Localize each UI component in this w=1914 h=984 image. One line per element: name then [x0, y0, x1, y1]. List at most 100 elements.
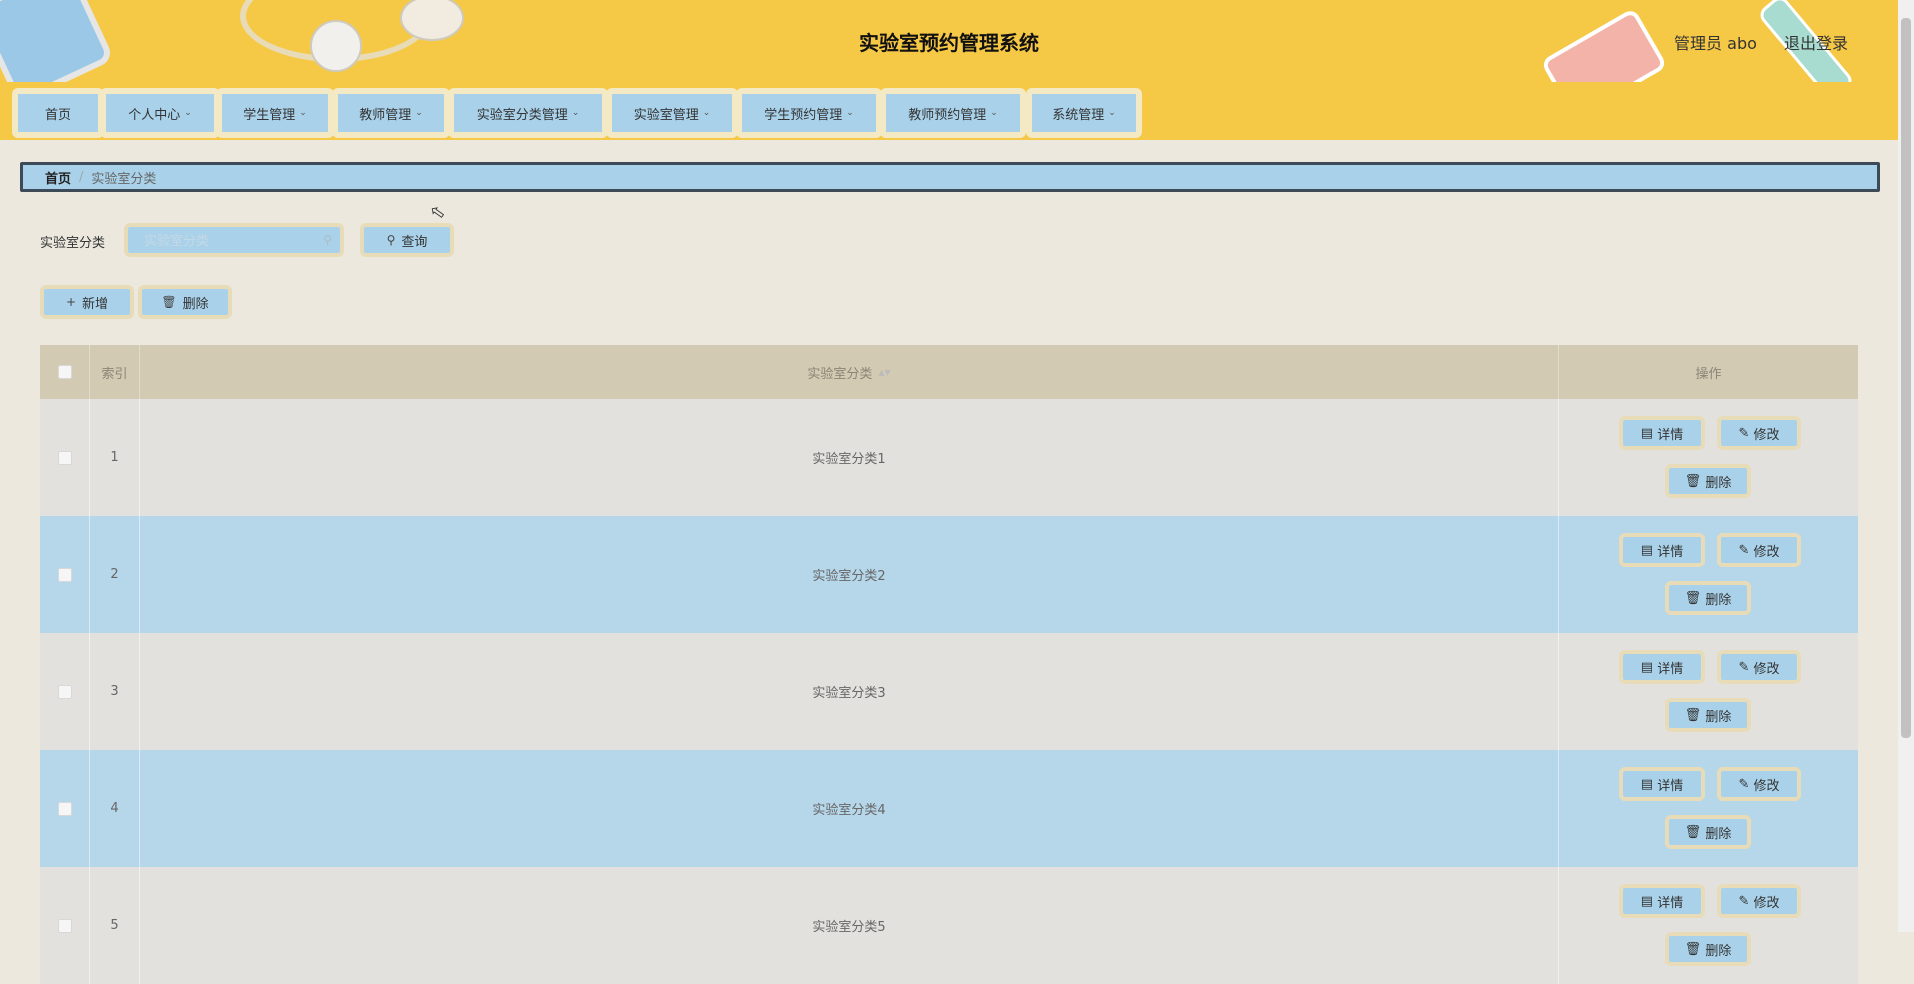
- nav-item-profile[interactable]: 个人中心 ⌄: [100, 88, 220, 138]
- row-checkbox[interactable]: [57, 801, 72, 816]
- pencil-icon: ✎: [1738, 659, 1750, 675]
- nav-item-student-bookings[interactable]: 学生预约管理 ⌄: [736, 88, 882, 138]
- detail-button[interactable]: ▤ 详情: [1619, 767, 1705, 801]
- search-button[interactable]: ⚲ 查询: [360, 223, 454, 257]
- column-header-index: 索引: [90, 345, 140, 399]
- edit-button[interactable]: ✎ 修改: [1717, 416, 1801, 450]
- current-user: 管理员 abo: [1674, 34, 1757, 53]
- row-checkbox[interactable]: [57, 684, 72, 699]
- edit-button-label: 修改: [1753, 544, 1780, 560]
- row-name: 实验室分类2: [140, 516, 1559, 633]
- delete-button[interactable]: 🗑 删除: [138, 285, 232, 319]
- delete-button-label: 删除: [1705, 592, 1732, 608]
- pencil-icon: ✎: [1738, 893, 1750, 909]
- edit-button-label: 修改: [1753, 778, 1780, 794]
- column-header-name[interactable]: 实验室分类 ▲▼: [140, 345, 1559, 399]
- row-checkbox[interactable]: [57, 918, 72, 933]
- row-delete-button[interactable]: 🗑 删除: [1665, 698, 1751, 732]
- row-name: 实验室分类1: [140, 399, 1559, 516]
- chevron-down-icon: ⌄: [846, 108, 854, 118]
- edit-button[interactable]: ✎ 修改: [1717, 884, 1801, 918]
- detail-button-label: 详情: [1657, 661, 1684, 677]
- edit-button-label: 修改: [1753, 895, 1780, 911]
- vertical-scrollbar[interactable]: [1898, 0, 1914, 932]
- nav-item-lab-categories[interactable]: 实验室分类管理 ⌄: [448, 88, 608, 138]
- select-all-cell: [40, 345, 90, 399]
- search-field: ⚲: [124, 223, 344, 257]
- nav-label: 教师管理: [359, 107, 412, 123]
- logout-link[interactable]: 退出登录: [1784, 34, 1848, 53]
- row-check-cell: [40, 516, 90, 633]
- row-ops: ▤ 详情 ✎ 修改 🗑 删除: [1559, 516, 1858, 633]
- table-row: 4 实验室分类4 ▤ 详情 ✎ 修改 🗑 删除: [40, 750, 1858, 867]
- search-icon: ⚲: [386, 233, 396, 247]
- row-ops: ▤ 详情 ✎ 修改 🗑 删除: [1559, 867, 1858, 984]
- nav-item-students[interactable]: 学生管理 ⌄: [216, 88, 334, 138]
- nav-label: 实验室分类管理: [476, 107, 568, 123]
- row-delete-button[interactable]: 🗑 删除: [1665, 464, 1751, 498]
- document-icon: ▤: [1640, 659, 1654, 675]
- document-icon: ▤: [1640, 776, 1654, 792]
- chevron-down-icon: ⌄: [990, 108, 998, 118]
- trash-icon: 🗑: [1684, 707, 1702, 723]
- edit-button-label: 修改: [1753, 427, 1780, 443]
- edit-button[interactable]: ✎ 修改: [1717, 650, 1801, 684]
- trash-icon: 🗑: [161, 295, 177, 309]
- row-check-cell: [40, 867, 90, 984]
- nav-label: 个人中心: [128, 107, 181, 123]
- nav-item-teacher-bookings[interactable]: 教师预约管理 ⌄: [880, 88, 1026, 138]
- table-row: 1 实验室分类1 ▤ 详情 ✎ 修改 🗑 删除: [40, 399, 1858, 516]
- nav-item-labs[interactable]: 实验室管理 ⌄: [606, 88, 738, 138]
- document-icon: ▤: [1640, 893, 1654, 909]
- detail-button[interactable]: ▤ 详情: [1619, 416, 1705, 450]
- breadcrumb-separator: /: [79, 169, 84, 185]
- document-icon: ▤: [1640, 542, 1654, 558]
- nav-label: 学生管理: [243, 107, 296, 123]
- nav-label: 首页: [44, 107, 71, 123]
- nav-label: 实验室管理: [633, 107, 699, 123]
- pencil-icon: ✎: [1738, 542, 1750, 558]
- detail-button[interactable]: ▤ 详情: [1619, 650, 1705, 684]
- nav-label: 教师预约管理: [908, 107, 987, 123]
- row-delete-button[interactable]: 🗑 删除: [1665, 815, 1751, 849]
- chevron-down-icon: ⌄: [184, 108, 192, 118]
- select-all-checkbox[interactable]: [57, 365, 72, 379]
- chevron-down-icon: ⌄: [1108, 108, 1116, 118]
- nav-item-home[interactable]: 首页: [12, 88, 104, 138]
- search-input[interactable]: [142, 227, 321, 255]
- search-label: 实验室分类: [40, 236, 106, 251]
- detail-button[interactable]: ▤ 详情: [1619, 884, 1705, 918]
- row-index: 2: [90, 516, 140, 633]
- trash-icon: 🗑: [1684, 473, 1702, 489]
- row-checkbox[interactable]: [57, 567, 72, 582]
- trash-icon: 🗑: [1684, 941, 1702, 957]
- chevron-down-icon: ⌄: [415, 108, 423, 118]
- scrollbar-thumb[interactable]: [1901, 18, 1911, 738]
- breadcrumb-current: 实验室分类: [91, 171, 157, 187]
- edit-button[interactable]: ✎ 修改: [1717, 767, 1801, 801]
- nav-item-teachers[interactable]: 教师管理 ⌄: [332, 88, 450, 138]
- delete-button-label: 删除: [1705, 475, 1732, 491]
- row-index: 4: [90, 750, 140, 867]
- edit-button[interactable]: ✎ 修改: [1717, 533, 1801, 567]
- table-row: 5 实验室分类5 ▤ 详情 ✎ 修改 🗑 删除: [40, 867, 1858, 984]
- row-delete-button[interactable]: 🗑 删除: [1665, 581, 1751, 615]
- nav-item-system[interactable]: 系统管理 ⌄: [1026, 88, 1142, 138]
- breadcrumb-home[interactable]: 首页: [45, 168, 71, 187]
- delete-button-label: 删除: [1705, 943, 1732, 959]
- row-delete-button[interactable]: 🗑 删除: [1665, 932, 1751, 966]
- row-check-cell: [40, 399, 90, 516]
- add-button-label: 新增: [82, 296, 109, 312]
- detail-button[interactable]: ▤ 详情: [1619, 533, 1705, 567]
- add-button[interactable]: + 新增: [40, 285, 134, 319]
- detail-button-label: 详情: [1657, 427, 1684, 443]
- app-title: 实验室预约管理系统: [859, 31, 1039, 55]
- delete-button-label: 删除: [1705, 826, 1732, 842]
- delete-button-label: 删除: [182, 296, 209, 312]
- search-icon: ⚲: [323, 233, 332, 247]
- sort-icon[interactable]: ▲▼: [878, 368, 890, 377]
- table-row: 3 实验室分类3 ▤ 详情 ✎ 修改 🗑 删除: [40, 633, 1858, 750]
- nav-label: 系统管理: [1052, 107, 1105, 123]
- row-checkbox[interactable]: [57, 450, 72, 465]
- chevron-down-icon: ⌄: [299, 108, 307, 118]
